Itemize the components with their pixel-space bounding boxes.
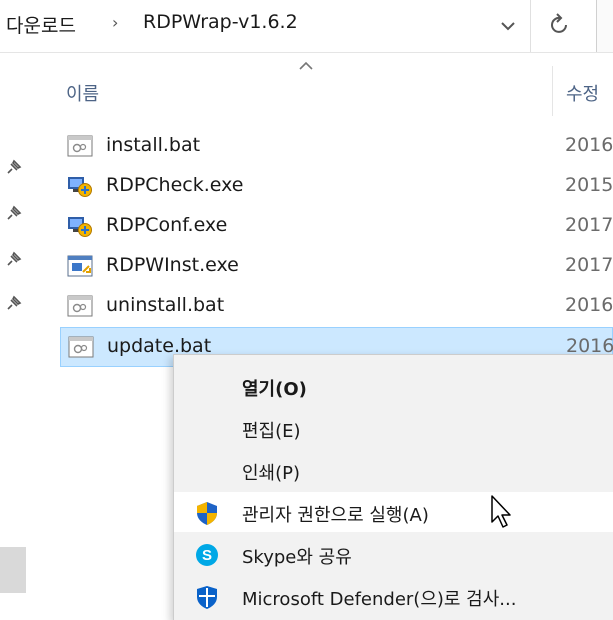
installer-exe-icon (67, 254, 93, 278)
file-name: RDPCheck.exe (106, 174, 244, 196)
menu-item-label: 인쇄(P) (242, 463, 301, 484)
file-date: 2017 (565, 254, 613, 276)
skype-icon: S (194, 542, 220, 568)
file-explorer-window: 다운로드 › RDPWrap-v1.6.2 이름 수정 install.bat … (0, 0, 613, 620)
file-row[interactable]: RDPConf.exe 2017 (60, 207, 613, 247)
context-menu: 열기(O) 편집(E) 인쇄(P) 관리자 권한으로 실행(A) S Skype… (173, 354, 613, 620)
file-date: 2016 (565, 294, 613, 316)
file-name: uninstall.bat (106, 294, 225, 316)
pin-icon[interactable] (2, 249, 24, 271)
file-row[interactable]: install.bat 2016 (60, 127, 613, 167)
defender-icon (194, 584, 220, 610)
column-divider[interactable] (552, 66, 553, 116)
search-box-edge[interactable] (596, 0, 613, 52)
menu-item-label: Skype와 공유 (242, 547, 352, 568)
file-row[interactable]: uninstall.bat 2016 (60, 287, 613, 327)
pin-icon[interactable] (2, 293, 24, 315)
address-divider (530, 0, 531, 52)
breadcrumb-current-folder[interactable]: RDPWrap-v1.6.2 (143, 11, 298, 33)
batch-file-icon (67, 294, 93, 318)
batch-file-icon (67, 134, 93, 158)
menu-item-label: 관리자 권한으로 실행(A) (242, 505, 429, 526)
file-name: RDPWInst.exe (106, 254, 239, 276)
file-date: 2017 (565, 214, 613, 236)
file-row[interactable]: RDPCheck.exe 2015 (60, 167, 613, 207)
remote-desktop-exe-icon (67, 174, 93, 198)
mouse-cursor-icon (490, 494, 516, 530)
pin-icon[interactable] (2, 203, 24, 225)
chevron-down-icon[interactable] (494, 12, 522, 40)
sort-ascending-icon (296, 58, 316, 72)
remote-desktop-exe-icon (67, 214, 93, 238)
menu-item-print[interactable]: 인쇄(P) (174, 450, 613, 490)
file-date: 2016 (565, 134, 613, 156)
file-name: install.bat (106, 134, 201, 156)
menu-item-label: Microsoft Defender(으)로 검사... (242, 589, 517, 610)
column-header-date[interactable]: 수정 (566, 80, 599, 106)
menu-item-open[interactable]: 열기(O) (174, 366, 613, 406)
file-date: 2015 (565, 174, 613, 196)
menu-item-edit[interactable]: 편집(E) (174, 408, 613, 448)
menu-item-skype-share[interactable]: S Skype와 공유 (174, 534, 613, 574)
file-name: RDPConf.exe (106, 214, 228, 236)
refresh-icon[interactable] (540, 8, 580, 44)
breadcrumb-downloads[interactable]: 다운로드 (6, 11, 76, 38)
batch-file-icon (68, 335, 94, 359)
menu-item-label: 열기(O) (242, 379, 307, 400)
breadcrumb-separator: › (112, 13, 119, 32)
nav-item-selected[interactable] (0, 547, 26, 593)
menu-item-defender-scan[interactable]: Microsoft Defender(으)로 검사... (174, 576, 613, 616)
column-header-name[interactable]: 이름 (66, 80, 99, 106)
navigation-pane (0, 53, 30, 620)
address-bar[interactable]: 다운로드 › RDPWrap-v1.6.2 (0, 0, 613, 53)
uac-shield-icon (194, 500, 220, 526)
pin-icon[interactable] (2, 157, 24, 179)
file-row[interactable]: RDPWInst.exe 2017 (60, 247, 613, 287)
menu-item-label: 편집(E) (242, 421, 301, 442)
svg-text:S: S (202, 547, 212, 564)
menu-item-run-as-admin[interactable]: 관리자 권한으로 실행(A) (174, 492, 613, 532)
